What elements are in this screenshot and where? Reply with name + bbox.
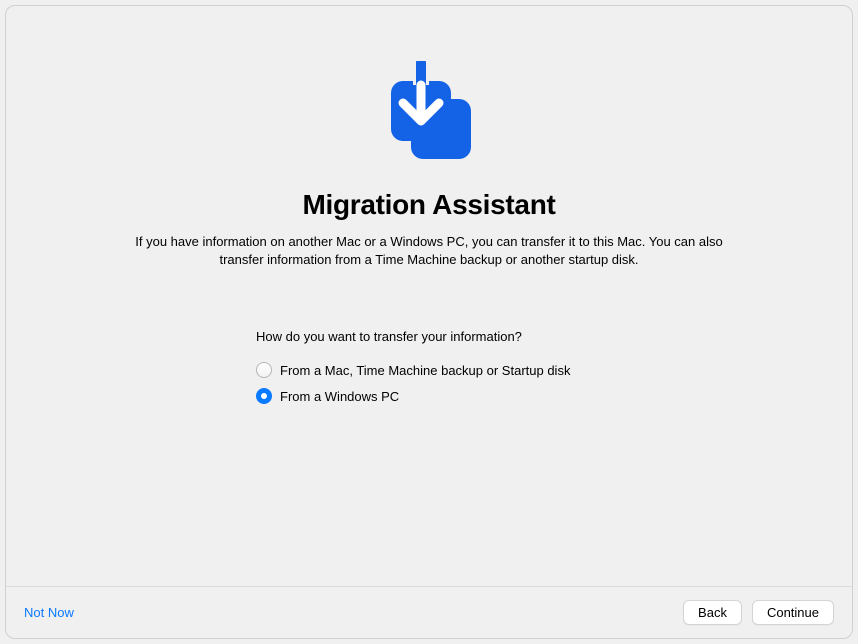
radio-label: From a Mac, Time Machine backup or Start… — [280, 363, 570, 378]
page-title: Migration Assistant — [302, 189, 555, 221]
migration-assistant-window: Migration Assistant If you have informat… — [5, 5, 853, 639]
radio-option-windows[interactable]: From a Windows PC — [256, 388, 852, 404]
main-content: Migration Assistant If you have informat… — [6, 6, 852, 586]
not-now-button[interactable]: Not Now — [24, 605, 74, 620]
radio-button-icon — [256, 362, 272, 378]
continue-button[interactable]: Continue — [752, 600, 834, 625]
page-description: If you have information on another Mac o… — [69, 233, 789, 269]
transfer-form: How do you want to transfer your informa… — [6, 329, 852, 414]
transfer-question: How do you want to transfer your informa… — [256, 329, 852, 344]
back-button[interactable]: Back — [683, 600, 742, 625]
radio-option-mac[interactable]: From a Mac, Time Machine backup or Start… — [256, 362, 852, 378]
radio-label: From a Windows PC — [280, 389, 399, 404]
migration-download-icon — [379, 61, 479, 171]
radio-button-icon — [256, 388, 272, 404]
footer-bar: Not Now Back Continue — [6, 586, 852, 638]
footer-right-buttons: Back Continue — [683, 600, 834, 625]
